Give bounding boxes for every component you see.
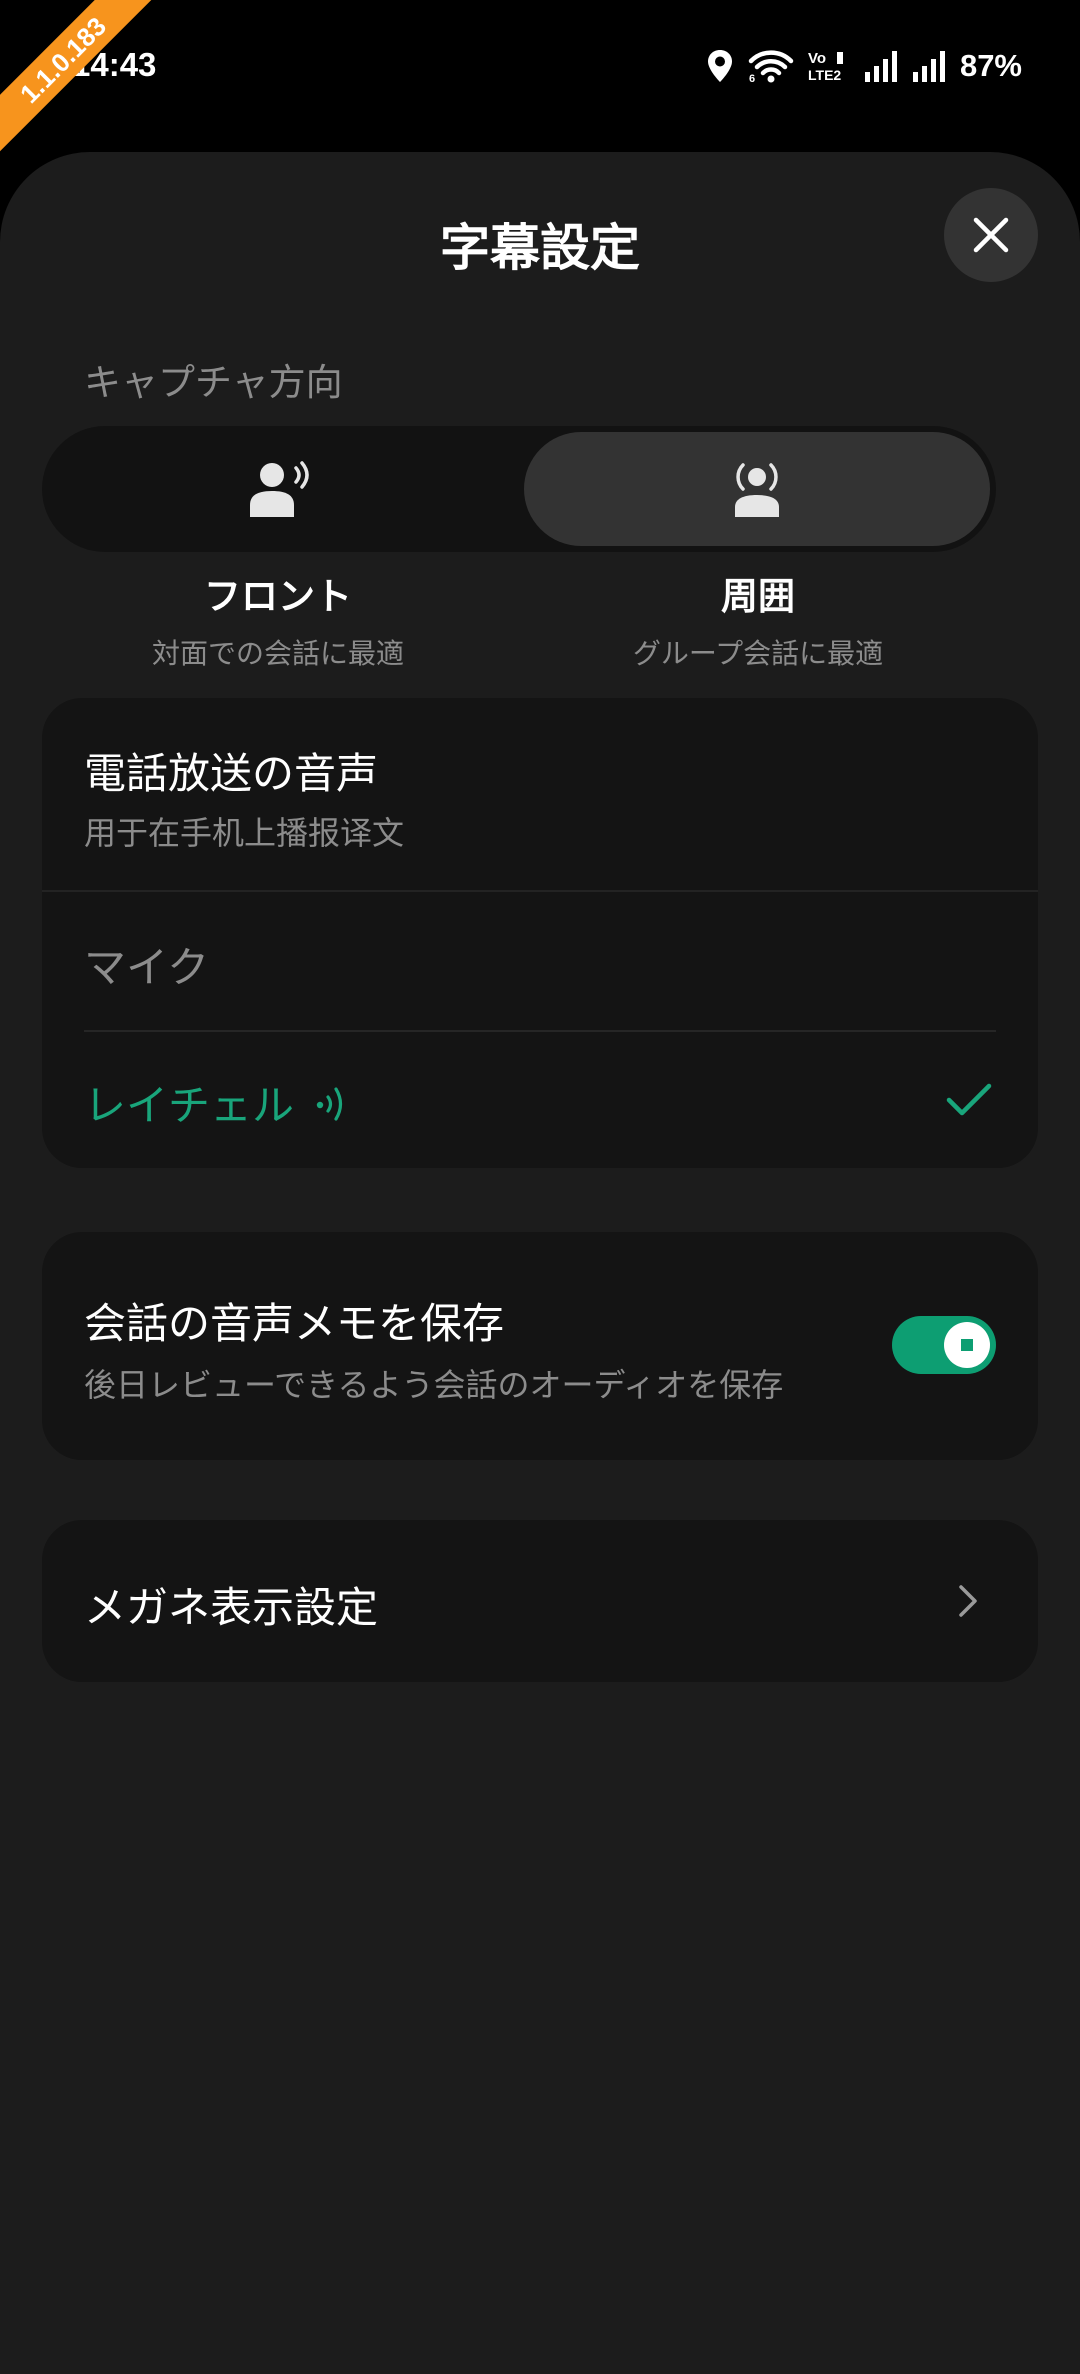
battery-level: 87% [959, 48, 1022, 83]
capture-direction-label: キャプチャ方向 [84, 361, 343, 404]
signal-icon [864, 50, 898, 82]
check-icon [946, 1083, 992, 1116]
svg-text:6: 6 [749, 73, 755, 83]
save-voice-memo-subtitle: 後日レビューできるよう会話のオーディオを保存 [84, 1366, 784, 1404]
glasses-display-settings-title: メガネ表示設定 [84, 1583, 379, 1632]
person-speaking-icon [250, 461, 309, 517]
voice-option-mic-label: マイク [84, 943, 210, 992]
capture-front-caption: フロント 対面での会話に最適 [38, 566, 518, 672]
person-surround-icon [735, 463, 779, 517]
sound-wave-icon [316, 1086, 343, 1121]
broadcast-voice-title: 電話放送の音声 [84, 749, 379, 798]
chevron-right-icon [959, 1585, 977, 1617]
capture-ambient-title: 周囲 [721, 575, 795, 618]
capture-direction-selector [42, 426, 996, 552]
capture-ambient-subtitle: グループ会話に最適 [632, 637, 884, 670]
close-button[interactable] [944, 188, 1038, 282]
wifi-icon: 6 [748, 49, 794, 83]
save-voice-memo-card: 会話の音声メモを保存 後日レビューできるよう会話のオーディオを保存 [42, 1232, 1038, 1460]
broadcast-voice-card: 電話放送の音声 用于在手机上播报译文 マイク レイチェル [42, 698, 1038, 1168]
volte-icon: Vo LTE2 [808, 49, 850, 83]
svg-text:Vo: Vo [808, 50, 826, 67]
voice-option-mic[interactable]: マイク [42, 892, 1038, 1028]
capture-front-subtitle: 対面での会話に最適 [151, 637, 404, 670]
svg-text:LTE2: LTE2 [808, 67, 841, 83]
capture-option-front[interactable] [48, 432, 514, 546]
broadcast-voice-subtitle: 用于在手机上播报译文 [84, 814, 405, 852]
glasses-display-settings[interactable]: メガネ表示設定 [42, 1520, 1038, 1682]
voice-option-rachel-label: レイチェル [84, 1081, 295, 1130]
sheet-title: 字幕設定 [440, 219, 640, 277]
signal-icon [912, 50, 946, 82]
save-voice-memo-title: 会話の音声メモを保存 [84, 1299, 505, 1348]
capture-ambient-caption: 周囲 グループ会話に最適 [518, 566, 998, 672]
close-icon [973, 217, 1009, 253]
status-icons: 6 Vo LTE2 87% [706, 48, 1022, 84]
caption-settings-sheet: 字幕設定 キャプチャ方向 フロント 対面での会話に最適 周囲 グループ会話に最適… [0, 152, 1080, 2374]
location-icon [706, 49, 734, 83]
status-bar: 14:43 6 Vo LTE2 87% [0, 0, 1080, 150]
toggle-knob [944, 1322, 990, 1368]
capture-option-ambient[interactable] [524, 432, 990, 546]
save-voice-memo-toggle[interactable] [892, 1316, 996, 1374]
voice-option-rachel[interactable]: レイチェル [42, 1032, 1038, 1168]
capture-front-title: フロント [204, 575, 352, 618]
voice-option-rachel-row: レイチェル [84, 1072, 348, 1133]
